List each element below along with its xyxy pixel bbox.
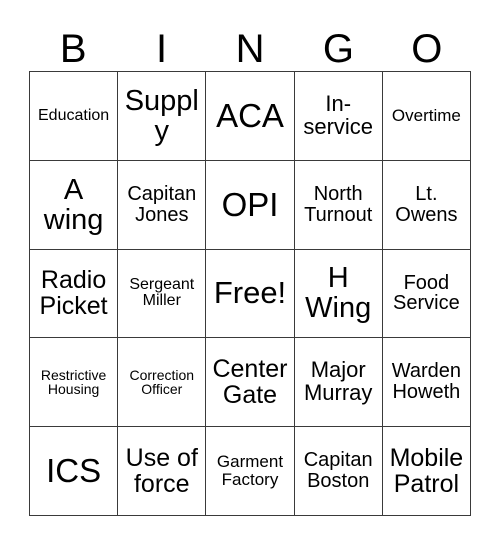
bingo-cell-label: Radio Picket (39, 266, 108, 321)
bingo-cell-label: Education (38, 106, 110, 124)
bingo-cell-r4c2[interactable]: Correction Officer (118, 338, 207, 428)
bingo-cell-label: ICS (46, 451, 102, 489)
bingo-cell-r4c5[interactable]: Warden Howeth (382, 338, 471, 428)
bingo-header-letter-g: G (322, 27, 354, 71)
bingo-cell-r1c3[interactable]: ACA (206, 72, 295, 161)
bingo-cell-label: A wing (43, 173, 104, 236)
bingo-cell-r2c3[interactable]: OPI (206, 160, 295, 250)
bingo-cell-r4c3[interactable]: Center Gate (206, 338, 295, 428)
bingo-cell-label: Use of force (125, 444, 198, 499)
bingo-cell-r3c1[interactable]: Radio Picket (30, 249, 119, 339)
bingo-cell-r3c4[interactable]: H Wing (294, 249, 383, 339)
bingo-cell-label: Correction Officer (129, 366, 195, 398)
bingo-cell-label: Lt. Owens (395, 182, 458, 226)
bingo-cell-free-space[interactable]: Free! (206, 249, 295, 339)
bingo-cell-r1c4[interactable]: In-service (294, 72, 383, 161)
bingo-cell-label: North Turnout (304, 182, 373, 226)
bingo-cell-label: Center Gate (212, 355, 288, 410)
bingo-header-row: B I N G O (29, 14, 471, 71)
bingo-cell-label: Food Service (393, 271, 460, 315)
bingo-cell-r5c2[interactable]: Use of force (118, 427, 207, 516)
bingo-cell-r5c5[interactable]: Mobile Patrol (382, 427, 471, 516)
bingo-cell-label: Warden Howeth (391, 360, 462, 404)
bingo-cell-r1c2[interactable]: Supply (118, 72, 207, 161)
bingo-cell-label: Capitan Jones (127, 182, 197, 226)
bingo-cell-label: Restrictive Housing (40, 366, 107, 398)
bingo-header-letter-b: B (59, 27, 87, 71)
bingo-cell-r2c2[interactable]: Capitan Jones (118, 160, 207, 250)
bingo-cell-r5c1[interactable]: ICS (30, 427, 119, 516)
bingo-cell-label: ACA (216, 96, 284, 134)
bingo-cell-r2c1[interactable]: A wing (30, 160, 119, 250)
bingo-cell-r3c5[interactable]: Food Service (382, 249, 471, 339)
bingo-cell-label: OPI (221, 185, 279, 223)
bingo-header-letter-i: I (156, 27, 168, 71)
bingo-cell-label: H Wing (305, 262, 372, 325)
bingo-header-letter-o: O (411, 27, 443, 71)
bingo-cell-r4c1[interactable]: Restrictive Housing (30, 338, 119, 428)
bingo-card: B I N G O Education Supply ACA In-servic… (0, 0, 500, 544)
bingo-cell-label: Supply (124, 84, 199, 147)
bingo-grid: Education Supply ACA In-service Overtime… (29, 71, 471, 516)
bingo-cell-r5c4[interactable]: Capitan Boston (294, 427, 383, 516)
bingo-cell-r5c3[interactable]: Garment Factory (206, 427, 295, 516)
bingo-cell-r2c5[interactable]: Lt. Owens (382, 160, 471, 250)
bingo-cell-label: In-service (303, 91, 374, 139)
bingo-cell-label: Capitan Boston (303, 449, 373, 493)
bingo-cell-r3c2[interactable]: Sergeant Miller (118, 249, 207, 339)
bingo-cell-r4c4[interactable]: Major Murray (294, 338, 383, 428)
bingo-free-space-label: Free! (213, 275, 287, 311)
bingo-cell-label: Garment Factory (216, 452, 284, 490)
bingo-cell-r1c5[interactable]: Overtime (382, 72, 471, 161)
bingo-cell-r1c1[interactable]: Education (30, 72, 119, 161)
bingo-header-letter-n: N (235, 27, 265, 71)
bingo-cell-label: Overtime (391, 106, 461, 126)
bingo-cell-label: Sergeant Miller (129, 275, 195, 310)
bingo-cell-label: Major Murray (303, 357, 373, 406)
bingo-cell-label: Mobile Patrol (389, 444, 464, 499)
bingo-cell-r2c4[interactable]: North Turnout (294, 160, 383, 250)
